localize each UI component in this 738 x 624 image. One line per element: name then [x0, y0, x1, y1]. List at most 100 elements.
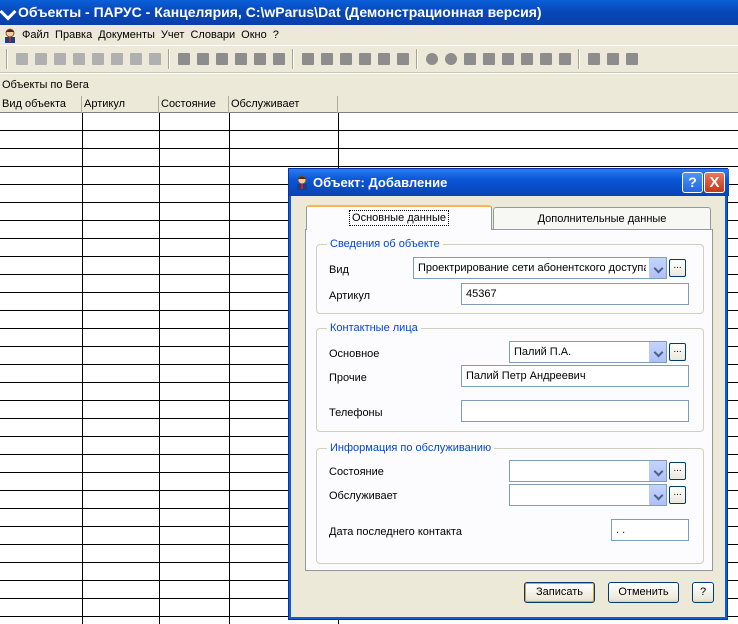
menu-bar: Файл Правка Документы Учет Словари Окно …	[0, 25, 738, 45]
main-contact-combobox[interactable]: Палий П.А.	[509, 341, 667, 363]
menu-dictionaries[interactable]: Словари	[190, 25, 241, 45]
column-header-object-type[interactable]: Вид объекта	[0, 96, 82, 113]
other-contacts-label: Прочие	[329, 372, 367, 384]
user-icon[interactable]	[423, 51, 440, 68]
tasks-icon[interactable]	[499, 51, 516, 68]
help-button[interactable]: ?	[692, 582, 714, 603]
tab-additional-data-label: Дополнительные данные	[537, 213, 667, 225]
toolbar-separator	[416, 49, 418, 69]
object-add-dialog: Объект: Добавление ? X Основные данные Д…	[288, 168, 729, 620]
dialog-title-bar[interactable]: Объект: Добавление	[289, 169, 729, 196]
chevron-down-icon[interactable]	[649, 342, 666, 362]
journal-icon[interactable]	[394, 51, 411, 68]
group-service-info-legend: Информация по обслуживанию	[327, 441, 495, 455]
tools-icon[interactable]	[604, 51, 621, 68]
exit-icon[interactable]	[623, 51, 640, 68]
calculator-icon[interactable]	[585, 51, 602, 68]
type-value: Проектрирование сети абонентского доступ…	[418, 262, 646, 274]
parus-user-icon	[297, 175, 307, 190]
properties-icon[interactable]	[270, 51, 287, 68]
refresh-icon[interactable]	[146, 51, 163, 68]
parus-user-icon[interactable]	[2, 27, 18, 43]
menu-help[interactable]: ?	[273, 25, 285, 45]
organization-icon[interactable]	[480, 51, 497, 68]
last-contact-label: Дата последнего контакта	[329, 526, 462, 538]
column-header-state[interactable]: Состояние	[159, 96, 229, 113]
article-input[interactable]: 45367	[461, 283, 689, 305]
notes-icon[interactable]	[537, 51, 554, 68]
other-contacts-input[interactable]: Палий Петр Андреевич	[461, 365, 689, 387]
cancel-button[interactable]: Отменить	[608, 582, 679, 603]
chevron-down-icon[interactable]	[649, 461, 666, 481]
toolbar-separator	[168, 49, 170, 69]
type-label: Вид	[329, 264, 349, 276]
article-label: Артикул	[329, 290, 371, 302]
dialog-help-button[interactable]: ?	[682, 172, 703, 193]
toolbar-separator	[578, 49, 580, 69]
export-icon[interactable]	[213, 51, 230, 68]
grid-column-divider	[229, 113, 230, 624]
save-button[interactable]: Записать	[524, 582, 595, 603]
message-icon[interactable]	[299, 51, 316, 68]
phones-label: Телефоны	[329, 407, 383, 419]
menu-documents[interactable]: Документы	[98, 25, 161, 45]
report-icon[interactable]	[232, 51, 249, 68]
dialog-close-button[interactable]: X	[704, 172, 725, 193]
document-icon[interactable]	[194, 51, 211, 68]
upload-icon[interactable]	[251, 51, 268, 68]
served-by-combobox[interactable]	[509, 484, 667, 506]
forms-icon[interactable]	[556, 51, 573, 68]
reply-icon[interactable]	[318, 51, 335, 68]
group-object-info-legend: Сведения об объекте	[327, 237, 443, 251]
served-by-select-button[interactable]: ...	[669, 486, 686, 504]
chevron-down-icon[interactable]	[649, 485, 666, 505]
toolbar-separator	[292, 49, 294, 69]
grid-column-divider	[82, 113, 83, 624]
print-icon[interactable]	[127, 51, 144, 68]
toolbar	[0, 45, 738, 73]
app-logo-icon	[0, 3, 17, 21]
edit-record-icon[interactable]	[51, 51, 68, 68]
grid-column-divider	[159, 113, 160, 624]
tab-main-data-label: Основные данные	[349, 210, 449, 226]
main-contact-label: Основное	[329, 348, 380, 360]
open-folder-icon[interactable]	[175, 51, 192, 68]
link-icon[interactable]	[356, 51, 373, 68]
group-service-info: Информация по обслуживанию Состояние ...…	[316, 441, 704, 564]
tab-main-data[interactable]: Основные данные	[306, 205, 492, 230]
filter-icon[interactable]	[89, 51, 106, 68]
delete-icon[interactable]	[70, 51, 87, 68]
calendar-icon[interactable]	[518, 51, 535, 68]
column-header-article[interactable]: Артикул	[82, 96, 159, 113]
type-select-button[interactable]: ...	[669, 259, 686, 277]
toolbar-separator	[6, 49, 8, 69]
tab-panel-main-data: Сведения об объекте Вид Проектрирование …	[305, 229, 713, 571]
window-title-bar[interactable]: Объекты - ПАРУС - Канцелярия, C:\wParus\…	[0, 0, 738, 25]
tab-additional-data[interactable]: Дополнительные данные	[493, 207, 711, 229]
menu-window[interactable]: Окно	[241, 25, 273, 45]
find-icon[interactable]	[108, 51, 125, 68]
group-contacts-legend: Контактные лица	[327, 321, 421, 335]
menu-file[interactable]: Файл	[22, 25, 55, 45]
state-combobox[interactable]	[509, 460, 667, 482]
new-record-icon[interactable]	[13, 51, 30, 68]
last-contact-date-input[interactable]: . .	[611, 519, 689, 541]
group-contacts: Контактные лица Основное Палий П.А. ... …	[316, 321, 704, 432]
state-select-button[interactable]: ...	[669, 462, 686, 480]
dialog-title: Объект: Добавление	[313, 175, 448, 190]
menu-accounting[interactable]: Учет	[161, 25, 191, 45]
column-header-served-by[interactable]: Обслуживает	[229, 96, 338, 113]
currency-icon[interactable]	[442, 51, 459, 68]
state-label: Состояние	[329, 466, 384, 478]
served-by-label: Обслуживает	[329, 490, 398, 502]
attach-icon[interactable]	[337, 51, 354, 68]
menu-edit[interactable]: Правка	[55, 25, 98, 45]
archive-icon[interactable]	[375, 51, 392, 68]
copy-record-icon[interactable]	[32, 51, 49, 68]
catalog-icon[interactable]	[461, 51, 478, 68]
phones-input[interactable]	[461, 400, 689, 422]
main-contact-select-button[interactable]: ...	[669, 343, 686, 361]
window-title: Объекты - ПАРУС - Канцелярия, C:\wParus\…	[18, 4, 542, 20]
type-combobox[interactable]: Проектрирование сети абонентского доступ…	[413, 257, 667, 279]
chevron-down-icon[interactable]	[649, 258, 666, 278]
